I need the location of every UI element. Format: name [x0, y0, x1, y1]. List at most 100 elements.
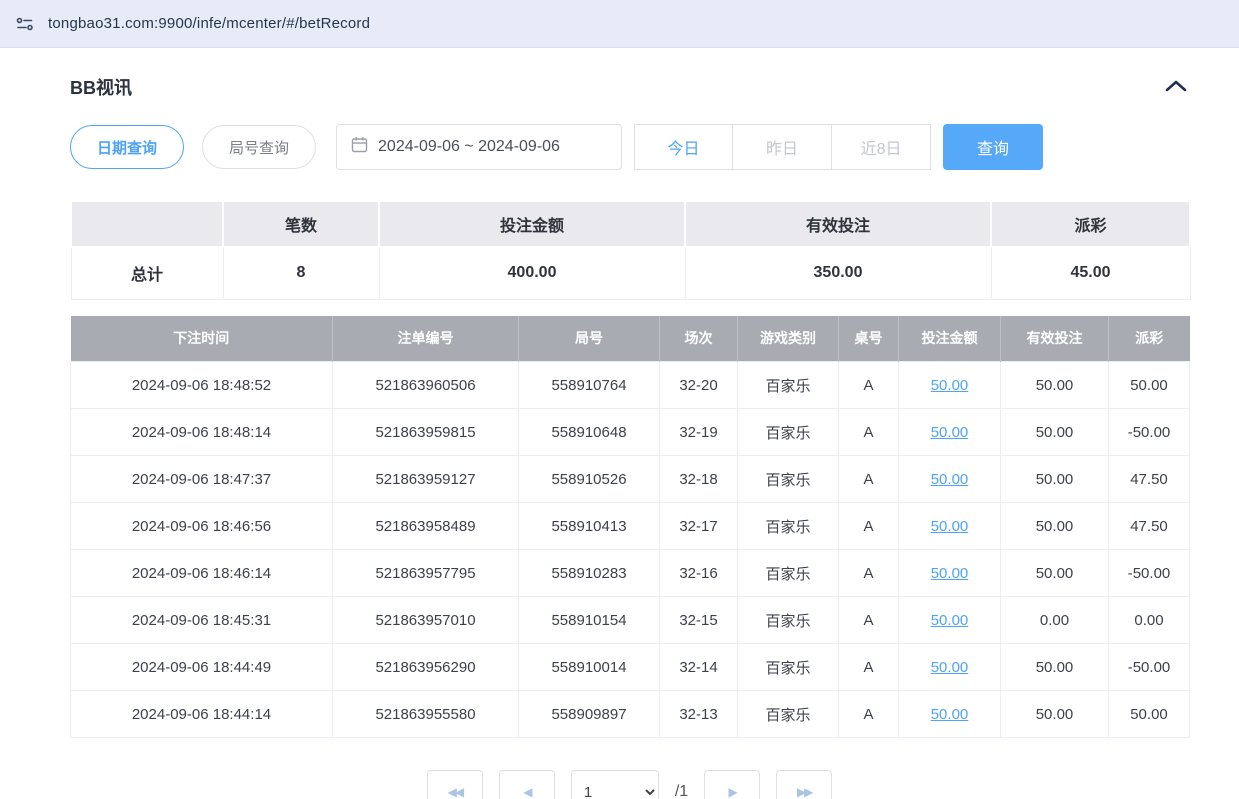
cell-round-no: 558910413	[519, 503, 660, 550]
bet-amount-link[interactable]: 50.00	[931, 424, 969, 441]
cell-game-type: 百家乐	[738, 503, 839, 550]
cell-table-no: A	[839, 456, 899, 503]
cell-order-no: 521863955580	[333, 691, 519, 738]
cell-payout: 50.00	[1109, 691, 1190, 738]
header-payout: 派彩	[1109, 316, 1190, 362]
summary-total-label: 总计	[71, 247, 223, 299]
cell-bet-time: 2024-09-06 18:44:14	[71, 691, 333, 738]
bet-amount-link[interactable]: 50.00	[931, 377, 969, 394]
page-select[interactable]: 1	[571, 770, 659, 799]
browser-profile-icon[interactable]	[14, 13, 36, 35]
cell-payout: 47.50	[1109, 503, 1190, 550]
search-button[interactable]: 查询	[943, 124, 1043, 170]
cell-valid-bet: 50.00	[1001, 644, 1109, 691]
date-range-picker[interactable]: 2024-09-06 ~ 2024-09-06	[336, 124, 622, 170]
cell-round-no: 558910014	[519, 644, 660, 691]
cell-bet-time: 2024-09-06 18:47:37	[71, 456, 333, 503]
cell-table-no: A	[839, 550, 899, 597]
cell-game-type: 百家乐	[738, 644, 839, 691]
cell-order-no: 521863957010	[333, 597, 519, 644]
cell-table-no: A	[839, 362, 899, 409]
summary-header-bet-amount: 投注金额	[379, 201, 685, 247]
summary-header-row: 笔数 投注金额 有效投注 派彩	[71, 201, 1190, 247]
table-row: 2024-09-06 18:48:14 521863959815 5589106…	[71, 409, 1190, 456]
cell-session: 32-18	[660, 456, 738, 503]
page-title: BB视讯	[70, 74, 132, 100]
date-query-tab[interactable]: 日期查询	[70, 125, 184, 169]
cell-round-no: 558910526	[519, 456, 660, 503]
cell-order-no: 521863959815	[333, 409, 519, 456]
last-8-days-button[interactable]: 近8日	[832, 124, 931, 170]
bet-table-body: 2024-09-06 18:48:52 521863960506 5589107…	[71, 362, 1190, 738]
bet-amount-link[interactable]: 50.00	[931, 706, 969, 723]
last-page-button[interactable]: ▶▶	[776, 770, 832, 799]
panel-header: BB视讯	[70, 74, 1189, 100]
summary-table: 笔数 投注金额 有效投注 派彩 总计 8 400.00 350.00 45.00	[70, 200, 1191, 300]
cell-bet-time: 2024-09-06 18:46:14	[71, 550, 333, 597]
summary-header-blank	[71, 201, 223, 247]
cell-game-type: 百家乐	[738, 550, 839, 597]
cell-round-no: 558910154	[519, 597, 660, 644]
cell-bet-amount: 50.00	[899, 691, 1001, 738]
bet-amount-link[interactable]: 50.00	[931, 471, 969, 488]
cell-bet-amount: 50.00	[899, 597, 1001, 644]
table-row: 2024-09-06 18:48:52 521863960506 5589107…	[71, 362, 1190, 409]
cell-round-no: 558910764	[519, 362, 660, 409]
cell-round-no: 558909897	[519, 691, 660, 738]
header-valid-bet: 有效投注	[1001, 316, 1109, 362]
header-game-type: 游戏类别	[738, 316, 839, 362]
cell-game-type: 百家乐	[738, 691, 839, 738]
cell-valid-bet: 50.00	[1001, 691, 1109, 738]
bet-amount-link[interactable]: 50.00	[931, 612, 969, 629]
header-bet-amount: 投注金额	[899, 316, 1001, 362]
cell-session: 32-20	[660, 362, 738, 409]
cell-bet-time: 2024-09-06 18:44:49	[71, 644, 333, 691]
cell-game-type: 百家乐	[738, 597, 839, 644]
bet-amount-link[interactable]: 50.00	[931, 565, 969, 582]
bet-amount-link[interactable]: 50.00	[931, 518, 969, 535]
summary-count-value: 8	[223, 247, 379, 299]
table-row: 2024-09-06 18:46:56 521863958489 5589104…	[71, 503, 1190, 550]
table-row: 2024-09-06 18:45:31 521863957010 5589101…	[71, 597, 1190, 644]
quick-range-group: 今日 昨日 近8日	[634, 124, 931, 170]
next-page-button[interactable]: ▶	[704, 770, 760, 799]
table-row: 2024-09-06 18:44:14 521863955580 5589098…	[71, 691, 1190, 738]
cell-game-type: 百家乐	[738, 409, 839, 456]
header-bet-time: 下注时间	[71, 316, 333, 362]
header-table-no: 桌号	[839, 316, 899, 362]
cell-session: 32-16	[660, 550, 738, 597]
cell-bet-time: 2024-09-06 18:48:52	[71, 362, 333, 409]
first-page-button[interactable]: ◀◀	[427, 770, 483, 799]
cell-session: 32-17	[660, 503, 738, 550]
filter-bar: 日期查询 局号查询 2024-09-06 ~ 2024-09-06 今日 昨日 …	[70, 124, 1189, 170]
address-bar: tongbao31.com:9900/infe/mcenter/#/betRec…	[0, 0, 1239, 48]
url-text[interactable]: tongbao31.com:9900/infe/mcenter/#/betRec…	[48, 15, 370, 32]
cell-bet-time: 2024-09-06 18:46:56	[71, 503, 333, 550]
summary-header-count: 笔数	[223, 201, 379, 247]
cell-payout: -50.00	[1109, 550, 1190, 597]
cell-session: 32-15	[660, 597, 738, 644]
bet-amount-link[interactable]: 50.00	[931, 659, 969, 676]
bet-table-header-row: 下注时间 注单编号 局号 场次 游戏类别 桌号 投注金额 有效投注 派彩	[71, 316, 1190, 362]
cell-game-type: 百家乐	[738, 362, 839, 409]
header-session: 场次	[660, 316, 738, 362]
cell-valid-bet: 50.00	[1001, 409, 1109, 456]
table-row: 2024-09-06 18:46:14 521863957795 5589102…	[71, 550, 1190, 597]
cell-session: 32-14	[660, 644, 738, 691]
bet-records-table: 下注时间 注单编号 局号 场次 游戏类别 桌号 投注金额 有效投注 派彩 202…	[70, 316, 1190, 739]
collapse-chevron-up-icon[interactable]	[1163, 77, 1189, 98]
today-button[interactable]: 今日	[634, 124, 733, 170]
yesterday-button[interactable]: 昨日	[733, 124, 832, 170]
total-pages-label: /1	[675, 783, 688, 799]
cell-valid-bet: 50.00	[1001, 362, 1109, 409]
cell-bet-amount: 50.00	[899, 409, 1001, 456]
round-query-tab[interactable]: 局号查询	[202, 125, 316, 169]
cell-payout: 0.00	[1109, 597, 1190, 644]
prev-page-button[interactable]: ◀	[499, 770, 555, 799]
cell-bet-amount: 50.00	[899, 456, 1001, 503]
cell-payout: 47.50	[1109, 456, 1190, 503]
cell-valid-bet: 50.00	[1001, 503, 1109, 550]
cell-valid-bet: 0.00	[1001, 597, 1109, 644]
summary-header-valid-bet: 有效投注	[685, 201, 991, 247]
cell-table-no: A	[839, 691, 899, 738]
